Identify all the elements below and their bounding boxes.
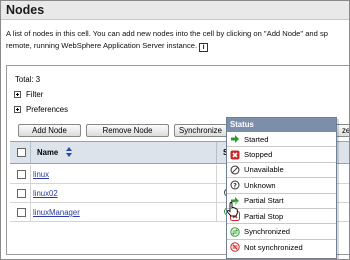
filter-expander[interactable]: Filter <box>14 90 43 99</box>
nodes-page: Nodes A list of nodes in this cell. You … <box>0 0 350 260</box>
hand-cursor-icon <box>226 202 238 217</box>
legend-item-synchronized: Synchronized <box>227 224 336 240</box>
sort-icon[interactable] <box>65 146 73 158</box>
expand-plus-icon <box>14 106 21 113</box>
legend-label: Partial Start <box>244 196 284 206</box>
column-divider <box>30 184 31 202</box>
column-divider <box>216 203 217 221</box>
column-divider <box>30 142 31 163</box>
row-checkbox[interactable] <box>17 208 26 217</box>
total-count: Total: 3 <box>15 75 41 84</box>
filter-label: Filter <box>26 90 44 99</box>
description-line-1: A list of nodes in this cell. You can ad… <box>6 29 329 38</box>
status-legend-title: Status <box>227 118 336 132</box>
page-description: A list of nodes in this cell. You can ad… <box>6 28 349 52</box>
unknown-icon: ? <box>230 180 240 190</box>
not-synchronized-icon <box>230 242 240 253</box>
stopped-x-icon <box>230 150 240 160</box>
legend-label: Started <box>244 134 269 144</box>
expand-plus-icon <box>14 91 21 98</box>
status-legend-popup: Status Started Stopped Unavailable ? Unk… <box>226 117 337 259</box>
name-column-header[interactable]: Name <box>37 148 58 157</box>
legend-item-partial-stop: Partial Stop <box>227 209 336 225</box>
node-link[interactable]: linuxManager <box>33 208 80 217</box>
row-checkbox[interactable] <box>17 189 26 198</box>
started-arrow-icon <box>230 134 240 144</box>
info-icon[interactable]: i <box>199 43 209 52</box>
unavailable-icon <box>230 165 240 175</box>
legend-item-unavailable: Unavailable <box>227 163 336 179</box>
row-checkbox[interactable] <box>17 170 26 179</box>
legend-label: Partial Stop <box>244 211 284 221</box>
svg-text:?: ? <box>233 182 237 190</box>
synchronize-button[interactable]: Synchronize <box>174 124 234 137</box>
node-link[interactable]: linux <box>33 170 49 179</box>
column-divider <box>216 165 217 183</box>
page-title: Nodes <box>6 3 45 17</box>
column-divider <box>216 184 217 202</box>
legend-label: Synchronized <box>244 227 291 237</box>
legend-label: Not synchronized <box>244 242 303 252</box>
description-line-2: remote, running WebSphere Application Se… <box>6 40 349 52</box>
select-all-checkbox[interactable] <box>17 148 26 157</box>
legend-label: Unknown <box>244 180 276 190</box>
preferences-expander[interactable]: Preferences <box>14 105 68 114</box>
column-divider <box>30 203 31 221</box>
legend-item-stopped: Stopped <box>227 147 336 163</box>
remove-node-button[interactable]: Remove Node <box>86 124 169 137</box>
legend-label: Stopped <box>244 150 273 160</box>
description-line-2-text: remote, running WebSphere Application Se… <box>6 41 198 50</box>
legend-label: Unavailable <box>244 165 284 175</box>
synchronized-icon <box>230 226 240 237</box>
legend-item-not-synchronized: Not synchronized <box>227 240 336 255</box>
column-divider <box>216 142 217 163</box>
title-bar: Nodes <box>1 1 349 20</box>
legend-item-partial-start: Partial Start <box>227 194 336 209</box>
overflow-button[interactable]: ze <box>335 124 349 137</box>
legend-item-unknown: ? Unknown <box>227 178 336 194</box>
add-node-button[interactable]: Add Node <box>18 124 81 137</box>
preferences-label: Preferences <box>26 105 69 114</box>
column-divider <box>30 165 31 183</box>
node-link[interactable]: linux02 <box>33 189 58 198</box>
legend-item-started: Started <box>227 132 336 148</box>
